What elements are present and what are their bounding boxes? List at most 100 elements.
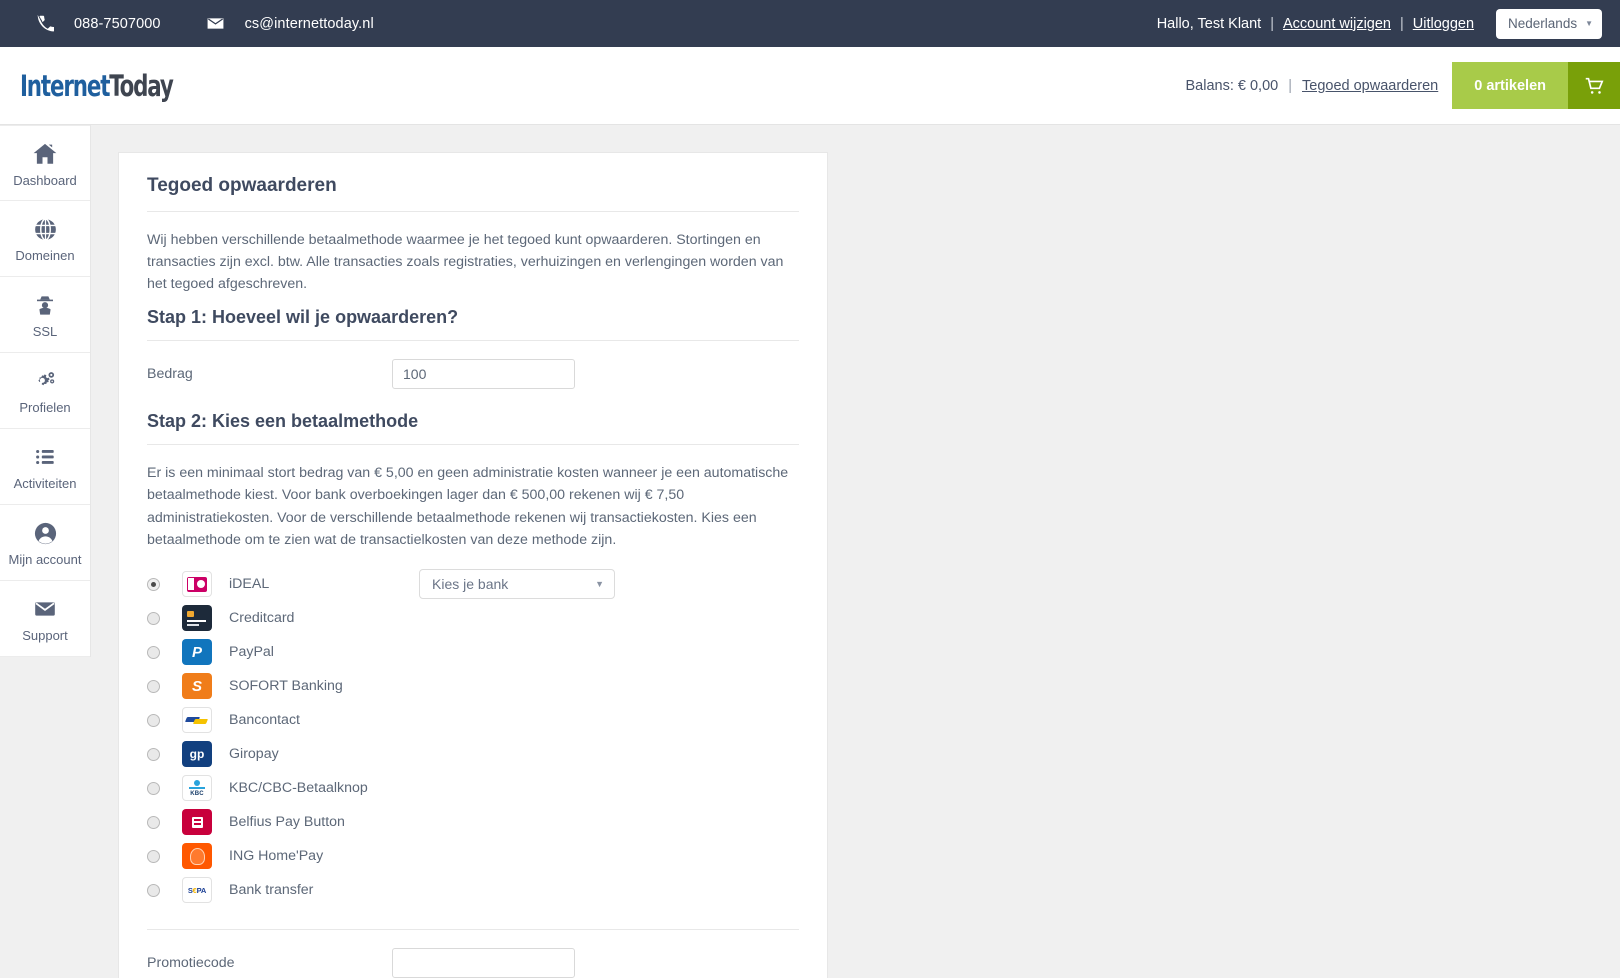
balance-group: Balans: € 0,00 | Tegoed opwaarderen	[1186, 47, 1453, 125]
logo-text-internet: Internet	[20, 68, 110, 103]
step2-heading: Stap 2: Kies een betaalmethode	[147, 411, 799, 445]
payment-method-ing-homepay[interactable]: ING Home'Pay	[147, 839, 799, 873]
tegoed-opwaarderen-link[interactable]: Tegoed opwaarderen	[1302, 78, 1438, 94]
intro-paragraph: Wij hebben verschillende betaalmethode w…	[147, 232, 784, 292]
sidebar-item-activiteiten[interactable]: Activiteiten	[0, 429, 90, 505]
shopping-cart-icon	[1568, 62, 1620, 109]
payment-method-ideal[interactable]: iDEAL Kies je bank ▼	[147, 567, 799, 601]
payment-method-label: Belfius Pay Button	[229, 814, 345, 831]
radio-ideal[interactable]	[147, 577, 160, 591]
sidebar-item-label: Support	[22, 628, 68, 643]
radio-ing-homepay[interactable]	[147, 849, 160, 863]
email-contact: cs@internettoday.nl	[205, 13, 374, 35]
detective-icon	[33, 291, 57, 319]
payment-method-list: iDEAL Kies je bank ▼ Creditcard P PayPal…	[147, 567, 799, 907]
site-logo[interactable]: InternetToday	[20, 68, 174, 103]
site-header: InternetToday Balans: € 0,00 | Tegoed op…	[0, 47, 1620, 125]
sidebar-item-label: Domeinen	[15, 248, 75, 263]
radio-sofort[interactable]	[147, 679, 160, 693]
radio-paypal[interactable]	[147, 645, 160, 659]
account-controls: Hallo, Test Klant | Account wijzigen | U…	[1157, 8, 1602, 39]
page-body: Dashboard Domeinen SSL Profielen Activit	[0, 125, 1620, 978]
payment-method-label: ING Home'Pay	[229, 848, 324, 865]
sidebar-nav: Dashboard Domeinen SSL Profielen Activit	[0, 125, 91, 657]
payment-method-paypal[interactable]: P PayPal	[147, 635, 799, 669]
separator-1: |	[1270, 15, 1274, 32]
home-icon	[31, 140, 59, 168]
giropay-logo-icon: gp	[182, 741, 212, 768]
cart-item-count: 0 artikelen	[1452, 62, 1568, 109]
section-divider	[147, 929, 799, 931]
sidebar-item-domeinen[interactable]: Domeinen	[0, 201, 90, 277]
promotiecode-label: Promotiecode	[147, 955, 235, 972]
radio-belfius[interactable]	[147, 815, 160, 829]
sidebar-item-dashboard[interactable]: Dashboard	[0, 125, 90, 201]
sidebar-item-ssl[interactable]: SSL	[0, 277, 90, 353]
chevron-down-icon: ▼	[1585, 18, 1593, 28]
belfius-logo-icon	[182, 809, 212, 836]
ing-logo-icon	[182, 843, 212, 870]
promotiecode-input[interactable]	[392, 948, 575, 978]
sidebar-item-profielen[interactable]: Profielen	[0, 353, 90, 429]
separator-2: |	[1399, 15, 1404, 32]
uitloggen-link[interactable]: Uitloggen	[1413, 16, 1474, 32]
balance-separator: |	[1288, 77, 1292, 94]
bank-select-value: Kies je bank	[432, 576, 509, 593]
paypal-logo-icon: P	[182, 639, 212, 666]
payment-method-creditcard[interactable]: Creditcard	[147, 601, 799, 635]
radio-bancontact[interactable]	[147, 713, 160, 727]
payment-method-label: iDEAL	[229, 576, 270, 593]
payment-method-label: Bancontact	[229, 712, 300, 729]
radio-kbc[interactable]	[147, 781, 160, 795]
sidebar-item-label: Dashboard	[13, 172, 77, 188]
sidebar-item-support[interactable]: Support	[0, 581, 90, 657]
phone-number[interactable]: 088-7507000	[74, 16, 161, 32]
sidebar-item-mijn-account[interactable]: Mijn account	[0, 505, 90, 581]
bancontact-logo-icon	[182, 707, 212, 734]
top-utility-bar: 088-7507000 cs@internettoday.nl Hallo, T…	[0, 0, 1620, 47]
account-wijzigen-link[interactable]: Account wijzigen	[1283, 16, 1391, 32]
step2-note: Er is een minimaal stort bedrag van € 5,…	[147, 465, 789, 548]
payment-method-bancontact[interactable]: Bancontact	[147, 703, 799, 737]
payment-method-label: KBC/CBC-Betaalknop	[229, 780, 368, 797]
payment-method-label: SOFORT Banking	[229, 678, 343, 695]
list-icon	[32, 443, 58, 471]
radio-bank-transfer[interactable]	[147, 883, 160, 897]
sidebar-item-label: Activiteiten	[13, 476, 77, 491]
sidebar-item-label: SSL	[32, 324, 58, 339]
gears-icon	[31, 367, 59, 395]
step1-heading: Stap 1: Hoeveel wil je opwaarderen?	[147, 307, 799, 341]
payment-method-label: Bank transfer	[229, 882, 314, 899]
bank-select-dropdown[interactable]: Kies je bank ▼	[419, 569, 615, 600]
payment-method-kbc[interactable]: KBC KBC/CBC-Betaalknop	[147, 771, 799, 805]
sidebar-item-label: Mijn account	[8, 552, 82, 567]
payment-method-bank-transfer[interactable]: S € PA Bank transfer	[147, 873, 799, 907]
promo-row: Promotiecode	[147, 948, 799, 978]
amount-input[interactable]	[392, 359, 575, 389]
cart-button[interactable]: 0 artikelen	[1452, 62, 1620, 109]
sidebar-item-label: Profielen	[19, 400, 71, 415]
envelope-icon	[205, 13, 227, 35]
envelope-icon	[31, 595, 59, 623]
email-address[interactable]: cs@internettoday.nl	[245, 16, 374, 32]
globe-icon	[32, 215, 59, 243]
phone-contact: 088-7507000	[34, 13, 161, 35]
logo-text-today: Today	[109, 68, 174, 103]
contact-info-group: 088-7507000 cs@internettoday.nl	[34, 13, 418, 35]
language-selector[interactable]: Nederlands ▼	[1496, 8, 1602, 39]
chevron-down-icon: ▼	[595, 579, 604, 590]
phone-icon	[34, 13, 56, 35]
amount-label: Bedrag	[147, 366, 193, 382]
payment-method-sofort[interactable]: S SOFORT Banking	[147, 669, 799, 703]
ideal-logo-icon	[182, 571, 212, 598]
payment-method-belfius[interactable]: Belfius Pay Button	[147, 805, 799, 839]
topup-panel: Tegoed opwaarderen Wij hebben verschille…	[118, 152, 828, 978]
page-title: Tegoed opwaarderen	[147, 175, 799, 212]
radio-creditcard[interactable]	[147, 611, 160, 625]
balance-label: Balans: € 0,00	[1185, 77, 1279, 94]
payment-method-label: Giropay	[229, 746, 279, 763]
radio-giropay[interactable]	[147, 747, 160, 761]
sepa-logo-icon: S € PA	[182, 877, 212, 904]
user-circle-icon	[32, 519, 59, 547]
payment-method-giropay[interactable]: gp Giropay	[147, 737, 799, 771]
